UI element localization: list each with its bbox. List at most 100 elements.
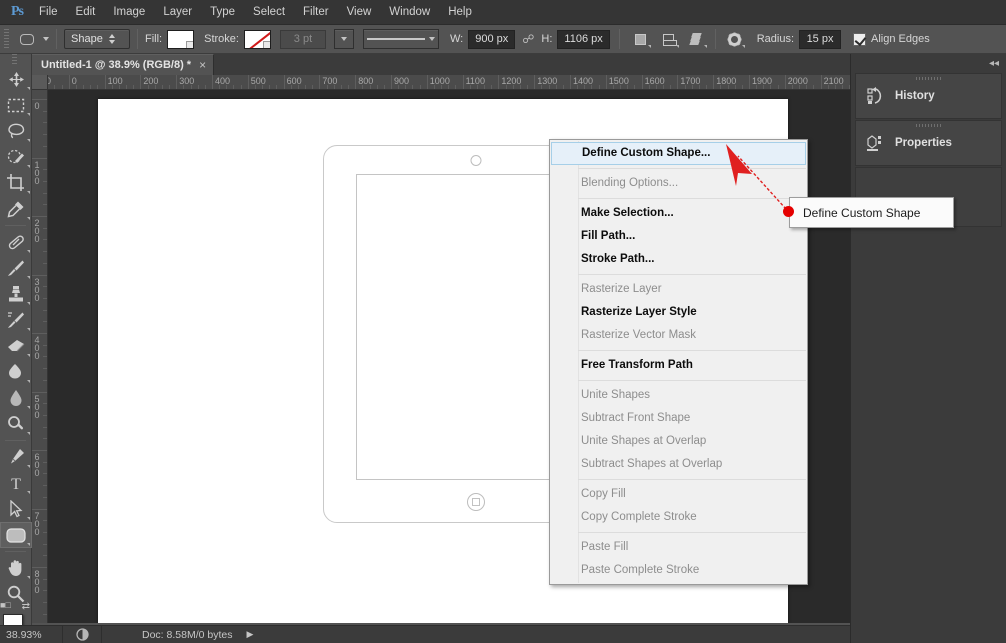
ruler-minor-tick — [290, 85, 292, 89]
pen-tool[interactable] — [0, 444, 32, 470]
width-input[interactable]: 900 px — [468, 29, 516, 49]
menu-window[interactable]: Window — [380, 0, 439, 25]
height-input[interactable]: 1106 px — [557, 29, 610, 49]
align-edges-checkbox[interactable] — [853, 32, 867, 46]
stroke-width-field[interactable]: 3 pt — [279, 29, 326, 49]
tools-panel-grip[interactable] — [0, 54, 31, 66]
context-menu-item[interactable]: Stroke Path... — [550, 248, 807, 271]
menu-view[interactable]: View — [338, 0, 381, 25]
horizontal-type-tool[interactable]: T — [0, 470, 32, 496]
ruler-label: 1900 — [752, 76, 773, 86]
menu-filter[interactable]: Filter — [294, 0, 338, 25]
zoom-level-field[interactable]: 38.93% — [0, 629, 62, 641]
stroke-width-dropdown[interactable] — [333, 29, 354, 49]
context-menu-item: Blending Options... — [581, 177, 679, 189]
horizontal-ruler[interactable]: 1000100200300400500600700800900100011001… — [32, 75, 850, 90]
ruler-minor-tick — [43, 286, 47, 288]
vertical-ruler[interactable]: 0 100 200 300 400 500 600 700 800 — [32, 90, 48, 623]
crop-tool[interactable] — [0, 170, 32, 196]
stroke-color-swatch[interactable] — [243, 29, 271, 49]
gear-icon[interactable] — [725, 29, 745, 49]
options-bar-grip[interactable] — [2, 29, 11, 49]
divider — [5, 225, 26, 226]
ruler-minor-tick — [43, 180, 47, 182]
hand-tool[interactable] — [0, 555, 32, 581]
menu-separator — [578, 380, 806, 381]
close-icon[interactable]: × — [199, 58, 206, 72]
panel-grip-dots-icon[interactable] — [915, 124, 942, 127]
spot-healing-brush-tool[interactable] — [0, 229, 32, 255]
ruler-label: 0 — [32, 101, 42, 109]
panel-tab-history[interactable]: History — [855, 73, 1002, 119]
dodge-tool[interactable] — [0, 411, 32, 437]
context-menu-item[interactable]: Make Selection... — [550, 202, 807, 225]
document-tab[interactable]: Untitled-1 @ 38.9% (RGB/8) * × — [32, 54, 215, 75]
ruler-minor-tick — [262, 85, 264, 89]
path-arrangement-icon[interactable] — [687, 29, 707, 49]
ruler-minor-tick — [197, 85, 199, 89]
ruler-minor-tick — [777, 85, 779, 89]
ruler-label: 600 — [32, 452, 42, 476]
radius-input[interactable]: 15 px — [799, 29, 842, 49]
menu-layer[interactable]: Layer — [154, 0, 201, 25]
context-menu-item: Paste Complete Stroke — [581, 564, 700, 576]
clone-stamp-tool[interactable] — [0, 281, 32, 307]
ruler-minor-tick — [43, 239, 47, 241]
quick-selection-tool[interactable] — [0, 144, 32, 170]
menu-edit[interactable]: Edit — [67, 0, 105, 25]
gradient-tool[interactable] — [0, 359, 32, 385]
status-bar: 38.93% Doc: 8.58M/0 bytes ▶ — [0, 625, 850, 643]
rectangular-marquee-tool[interactable] — [0, 92, 32, 118]
menu-image[interactable]: Image — [104, 0, 154, 25]
status-expand-icon[interactable]: ▶ — [246, 629, 253, 640]
rounded-rectangle-tool[interactable] — [0, 522, 32, 548]
stroke-style-dropdown[interactable] — [362, 29, 439, 49]
rounded-rectangle-tool-icon[interactable] — [16, 28, 38, 50]
shape-mode-select[interactable]: Shape — [64, 29, 130, 49]
menu-select[interactable]: Select — [244, 0, 294, 25]
document-tab-strip: Untitled-1 @ 38.9% (RGB/8) * × — [32, 54, 850, 75]
panel-collapse-button[interactable]: ◂◂ — [851, 54, 1006, 73]
eraser-tool[interactable] — [0, 333, 32, 359]
ruler-label: 1300 — [537, 76, 558, 86]
menu-type[interactable]: Type — [201, 0, 244, 25]
blur-tool[interactable] — [0, 385, 32, 411]
default-colors-icon[interactable]: ■□ — [0, 600, 11, 610]
ruler-minor-tick — [491, 85, 493, 89]
panel-grip-dots-icon[interactable] — [915, 77, 942, 80]
ruler-minor-tick — [684, 85, 686, 89]
lasso-tool[interactable] — [0, 118, 32, 144]
context-menu-item[interactable]: Free Transform Path — [550, 354, 807, 377]
ruler-minor-tick — [219, 85, 221, 89]
document-preview-icon[interactable] — [63, 628, 101, 641]
panel-tab-properties[interactable]: Properties — [855, 120, 1002, 166]
ruler-minor-tick — [43, 169, 47, 171]
swap-colors-icon[interactable]: ⇄ — [22, 601, 30, 612]
ruler-minor-tick — [111, 85, 113, 89]
tool-preset-chevron-down-icon[interactable] — [43, 37, 49, 41]
chain-link-icon[interactable]: ☍ — [522, 32, 534, 46]
ruler-minor-tick — [204, 85, 206, 89]
move-tool[interactable] — [0, 66, 32, 92]
path-alignment-icon[interactable] — [659, 29, 679, 49]
path-selection-tool[interactable] — [0, 496, 32, 522]
menu-help[interactable]: Help — [439, 0, 481, 25]
brush-tool[interactable] — [0, 255, 32, 281]
ruler-minor-tick — [254, 85, 256, 89]
context-menu-item[interactable]: Rasterize Layer Style — [550, 301, 807, 324]
photoshop-window: Ps File Edit Image Layer Type Select Fil… — [0, 0, 1006, 643]
context-menu-item[interactable]: Define Custom Shape... — [551, 142, 806, 165]
menu-file[interactable]: File — [30, 0, 67, 25]
shape-mode-spinner-icon — [108, 34, 118, 44]
ruler-label: 300 — [32, 276, 42, 301]
fill-color-swatch[interactable] — [167, 29, 195, 49]
photoshop-logo-icon: Ps — [11, 4, 24, 19]
context-menu-item[interactable]: Fill Path... — [550, 225, 807, 248]
history-brush-tool[interactable] — [0, 307, 32, 333]
path-context-menu[interactable]: Define Custom Shape... Blending Options..… — [549, 139, 808, 585]
ruler-minor-tick — [562, 85, 564, 89]
path-operations-icon[interactable] — [631, 29, 651, 49]
eyedropper-tool[interactable] — [0, 196, 32, 222]
ruler-minor-tick — [398, 85, 400, 89]
ruler-origin-box[interactable] — [32, 75, 48, 90]
